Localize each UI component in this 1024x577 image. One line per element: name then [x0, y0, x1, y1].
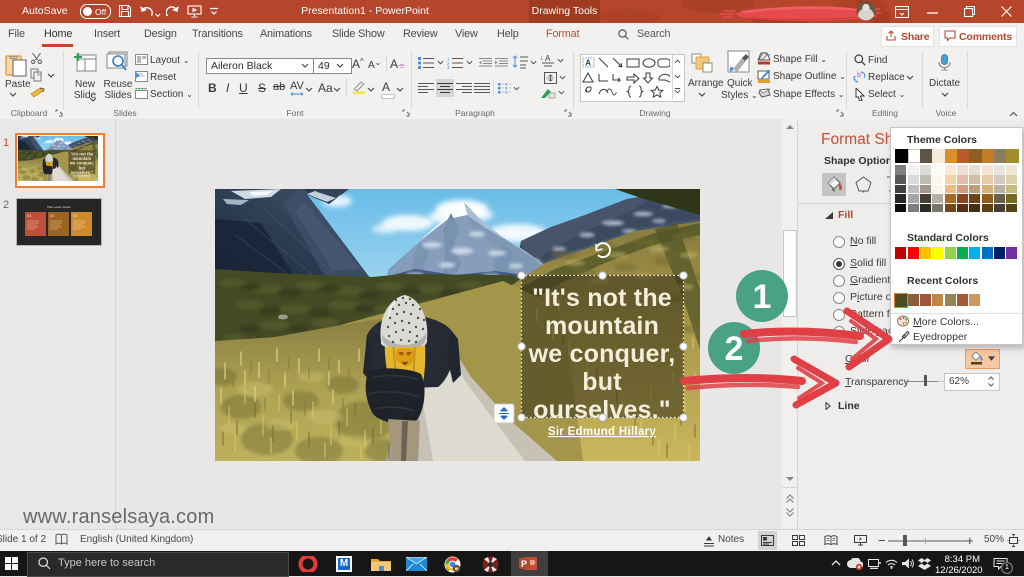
- svg-text:c: c: [853, 75, 857, 82]
- svg-text:A: A: [585, 59, 591, 68]
- svg-text:P: P: [521, 559, 527, 569]
- svg-text:A: A: [545, 54, 551, 63]
- svg-text:3: 3: [447, 65, 450, 69]
- svg-text:b: b: [857, 72, 861, 79]
- svg-text:↓: ↓: [540, 55, 544, 62]
